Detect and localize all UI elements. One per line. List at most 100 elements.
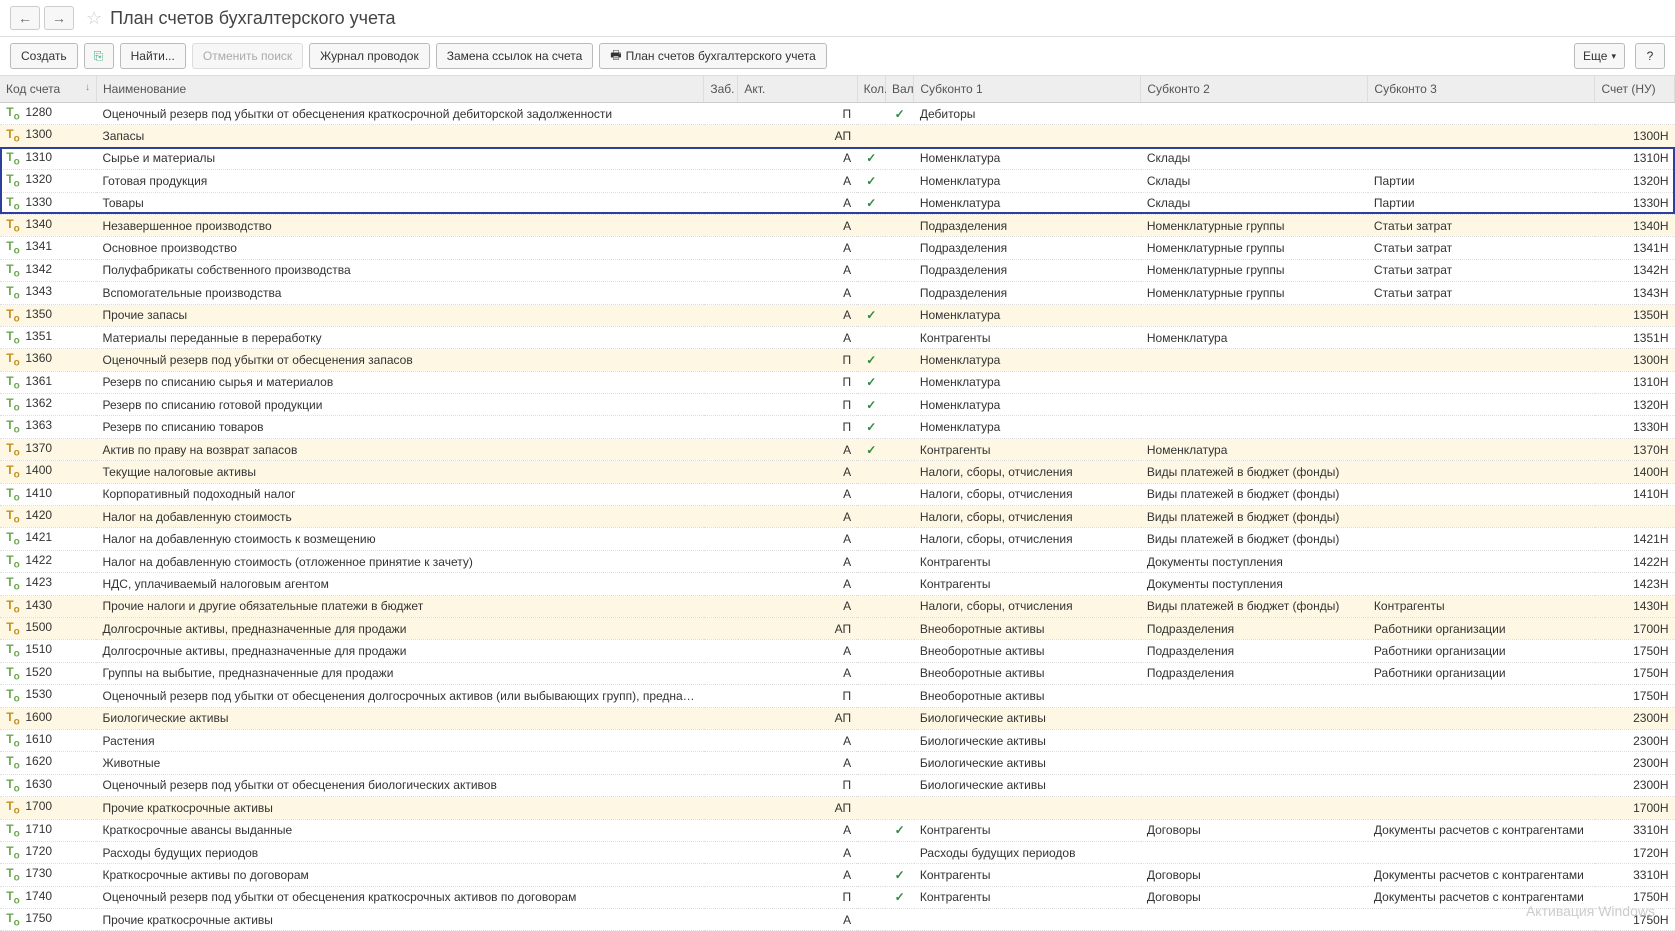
name-cell: Расходы будущих периодов	[96, 841, 703, 863]
table-row[interactable]: To 1360Оценочный резерв под убытки от об…	[0, 349, 1675, 371]
account-type-icon: To	[6, 217, 20, 234]
sub3-cell	[1368, 729, 1595, 751]
table-row[interactable]: To 1342Полуфабрикаты собственного произв…	[0, 259, 1675, 281]
code-cell: 1423	[25, 575, 52, 589]
table-row[interactable]: To 1630Оценочный резерв под убытки от об…	[0, 774, 1675, 796]
table-row[interactable]: To 1400Текущие налоговые активыАНалоги, …	[0, 461, 1675, 483]
table-row[interactable]: To 1510Долгосрочные активы, предназначен…	[0, 640, 1675, 662]
cancel-find-button[interactable]: Отменить поиск	[192, 43, 303, 69]
col-name-header[interactable]: Наименование	[96, 76, 703, 103]
akt-cell: А	[738, 819, 857, 841]
kol-cell	[857, 461, 885, 483]
table-row[interactable]: To 1300ЗапасыАП1300Н	[0, 125, 1675, 147]
col-sub2-header[interactable]: Субконто 2	[1141, 76, 1368, 103]
table-row[interactable]: To 1370Актив по праву на возврат запасов…	[0, 438, 1675, 460]
val-cell	[885, 326, 913, 348]
sub2-cell: Номенклатура	[1141, 326, 1368, 348]
zab-cell	[704, 662, 738, 684]
journal-button[interactable]: Журнал проводок	[309, 43, 430, 69]
account-type-icon: To	[6, 665, 20, 682]
table-row[interactable]: To 1330ТоварыА✓НоменклатураСкладыПартии1…	[0, 192, 1675, 214]
name-cell: Долгосрочные активы, предназначенные для…	[96, 617, 703, 639]
account-type-icon: To	[6, 530, 20, 547]
table-row[interactable]: To 1610РастенияАБиологические активы2300…	[0, 729, 1675, 751]
zab-cell	[704, 192, 738, 214]
table-row[interactable]: To 1530Оценочный резерв под убытки от об…	[0, 685, 1675, 707]
copy-button[interactable]: ⎘	[84, 43, 114, 69]
table-row[interactable]: To 1343Вспомогательные производстваАПодр…	[0, 282, 1675, 304]
kol-cell	[857, 640, 885, 662]
table-row[interactable]: To 1730Краткосрочные активы по договорам…	[0, 864, 1675, 886]
table-row[interactable]: To 1750Прочие краткосрочные активыА1750Н	[0, 909, 1675, 931]
col-zab-header[interactable]: Заб.	[704, 76, 738, 103]
name-cell: Незавершенное производство	[96, 214, 703, 236]
name-cell: Основное производство	[96, 237, 703, 259]
col-sub3-header[interactable]: Субконто 3	[1368, 76, 1595, 103]
table-row[interactable]: To 1362Резерв по списанию готовой продук…	[0, 394, 1675, 416]
table-row[interactable]: To 1520Группы на выбытие, предназначенны…	[0, 662, 1675, 684]
table-row[interactable]: To 1351Материалы переданные в переработк…	[0, 326, 1675, 348]
more-menu-button[interactable]: Еще	[1574, 43, 1625, 69]
code-cell: 1341	[25, 239, 52, 253]
sub2-cell: Виды платежей в бюджет (фонды)	[1141, 483, 1368, 505]
code-cell: 1730	[25, 866, 52, 880]
table-row[interactable]: To 1420Налог на добавленную стоимостьАНа…	[0, 506, 1675, 528]
table-row[interactable]: To 1310Сырье и материалыА✓НоменклатураСк…	[0, 147, 1675, 169]
sub2-cell: Документы поступления	[1141, 550, 1368, 572]
table-row[interactable]: To 1620ЖивотныеАБиологические активы2300…	[0, 752, 1675, 774]
favorite-star-icon[interactable]: ☆	[86, 8, 102, 29]
col-schet-header[interactable]: Счет (НУ)	[1595, 76, 1675, 103]
sub3-cell: Документы расчетов с контрагентами	[1368, 819, 1595, 841]
table-row[interactable]: To 1363Резерв по списанию товаровП✓Номен…	[0, 416, 1675, 438]
sub1-cell: Контрагенты	[914, 326, 1141, 348]
kol-cell: ✓	[857, 349, 885, 371]
sub1-cell: Налоги, сборы, отчисления	[914, 506, 1141, 528]
code-cell: 1700	[25, 799, 52, 813]
col-sub1-header[interactable]: Субконто 1	[914, 76, 1141, 103]
help-button[interactable]: ?	[1635, 43, 1665, 69]
table-row[interactable]: To 1423НДС, уплачиваемый налоговым агент…	[0, 573, 1675, 595]
kol-cell	[857, 707, 885, 729]
table-row[interactable]: To 1340Незавершенное производствоАПодраз…	[0, 214, 1675, 236]
val-cell	[885, 752, 913, 774]
name-cell: Актив по праву на возврат запасов	[96, 438, 703, 460]
table-row[interactable]: To 1500Долгосрочные активы, предназначен…	[0, 617, 1675, 639]
akt-cell: П	[738, 371, 857, 393]
print-plan-button[interactable]: 🖶План счетов бухгалтерского учета	[599, 43, 827, 69]
nav-forward-button[interactable]: →	[44, 6, 74, 30]
col-code-header[interactable]: Код счета↓	[0, 76, 96, 103]
col-val-header[interactable]: Вал.	[885, 76, 913, 103]
nav-back-button[interactable]: ←	[10, 6, 40, 30]
code-cell: 1420	[25, 508, 52, 522]
table-row[interactable]: To 1341Основное производствоАПодразделен…	[0, 237, 1675, 259]
replace-links-button[interactable]: Замена ссылок на счета	[436, 43, 594, 69]
sub2-cell	[1141, 349, 1368, 371]
account-type-icon: To	[6, 799, 20, 816]
sub3-cell	[1368, 528, 1595, 550]
find-button[interactable]: Найти...	[120, 43, 186, 69]
val-cell	[885, 685, 913, 707]
table-row[interactable]: To 1421Налог на добавленную стоимость к …	[0, 528, 1675, 550]
account-type-icon: To	[6, 620, 20, 637]
col-akt-header[interactable]: Акт.	[738, 76, 857, 103]
col-kol-header[interactable]: Кол.	[857, 76, 885, 103]
table-row[interactable]: To 1430Прочие налоги и другие обязательн…	[0, 595, 1675, 617]
table-row[interactable]: To 1410Корпоративный подоходный налогАНа…	[0, 483, 1675, 505]
sub2-cell: Склады	[1141, 147, 1368, 169]
code-cell: 1710	[25, 822, 52, 836]
table-row[interactable]: To 1361Резерв по списанию сырья и матери…	[0, 371, 1675, 393]
table-row[interactable]: To 1350Прочие запасыА✓Номенклатура1350Н	[0, 304, 1675, 326]
table-row[interactable]: To 1422Налог на добавленную стоимость (о…	[0, 550, 1675, 572]
table-row[interactable]: To 1720Расходы будущих периодовАРасходы …	[0, 841, 1675, 863]
code-cell: 1343	[25, 284, 52, 298]
table-row[interactable]: To 1740Оценочный резерв под убытки от об…	[0, 886, 1675, 908]
table-row[interactable]: To 1600Биологические активыАПБиологическ…	[0, 707, 1675, 729]
table-row[interactable]: To 1280Оценочный резерв под убытки от об…	[0, 103, 1675, 125]
zab-cell	[704, 774, 738, 796]
name-cell: Налог на добавленную стоимость к возмеще…	[96, 528, 703, 550]
create-button[interactable]: Создать	[10, 43, 78, 69]
table-row[interactable]: To 1700Прочие краткосрочные активыАП1700…	[0, 797, 1675, 819]
table-row[interactable]: To 1710Краткосрочные авансы выданныеА✓Ко…	[0, 819, 1675, 841]
table-row[interactable]: To 1320Готовая продукцияА✓НоменклатураСк…	[0, 170, 1675, 192]
zab-cell	[704, 909, 738, 931]
